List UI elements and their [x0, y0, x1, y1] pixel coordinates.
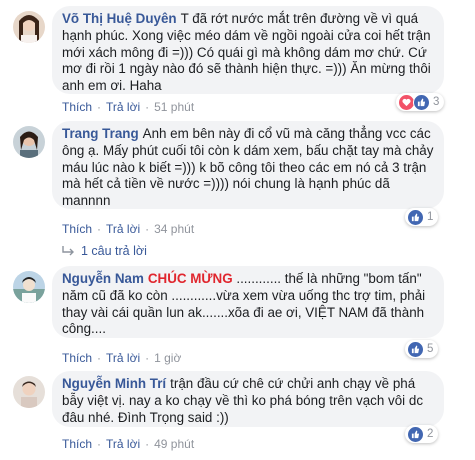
comment-actions: Thích · Trả lời · 51 phút [62, 100, 194, 114]
like-icon [407, 208, 424, 226]
replies-count-label: 1 câu trả lời [81, 244, 147, 258]
commenter-name[interactable]: Nguyễn Minh Trí [62, 376, 166, 391]
comment-actions: Thích · Trả lời · 34 phút [62, 222, 194, 236]
view-replies-link[interactable]: 1 câu trả lời [62, 244, 147, 258]
reply-link[interactable]: Trả lời [106, 222, 140, 236]
commenter-name[interactable]: Võ Thị Huệ Duyên [62, 11, 177, 26]
comment-actions: Thích · Trả lời · 49 phút [62, 437, 194, 451]
commenter-name[interactable]: Trang Trang [62, 126, 139, 141]
reply-link[interactable]: Trả lời [106, 351, 140, 365]
separator-dot: · [145, 351, 150, 365]
reply-link[interactable]: Trả lời [106, 437, 140, 451]
reply-arrow-icon [62, 246, 74, 256]
reaction-count: 5 [427, 343, 434, 355]
comment-highlight-text: CHÚC MỪNG [147, 271, 233, 286]
separator-dot: · [145, 437, 150, 451]
like-icon [407, 425, 424, 443]
separator-dot: · [97, 437, 102, 451]
like-icon [413, 93, 430, 111]
separator-dot: · [97, 100, 102, 114]
reaction-summary[interactable]: 1 [405, 208, 439, 226]
like-link[interactable]: Thích [62, 437, 92, 451]
like-link[interactable]: Thích [62, 222, 92, 236]
timestamp[interactable]: 34 phút [154, 222, 194, 236]
like-link[interactable]: Thích [62, 351, 92, 365]
reaction-summary[interactable]: 3 [396, 93, 445, 111]
timestamp[interactable]: 1 giờ [154, 351, 181, 365]
reaction-summary[interactable]: 2 [405, 425, 439, 443]
separator-dot: · [145, 100, 150, 114]
like-icon [407, 340, 424, 358]
comment-bubble: Trang Trang Anh em bên này đi cổ vũ mà că… [52, 121, 444, 209]
comment-bubble: Nguyễn Nam CHÚC MỪNG ............ thế là … [52, 266, 444, 338]
avatar[interactable] [13, 376, 45, 408]
comment-bubble: Võ Thị Huệ Duyên T đã rớt nước mắt trên đ… [52, 6, 444, 94]
reply-link[interactable]: Trả lời [106, 100, 140, 114]
reaction-count: 2 [427, 428, 434, 440]
reaction-count: 3 [433, 96, 440, 108]
comment-bubble: Nguyễn Minh Trí trận đầu cứ chê cứ chửi a… [52, 371, 444, 427]
avatar[interactable] [13, 11, 45, 43]
timestamp[interactable]: 49 phút [154, 437, 194, 451]
separator-dot: · [145, 222, 150, 236]
reaction-summary[interactable]: 5 [405, 340, 439, 358]
commenter-name[interactable]: Nguyễn Nam [62, 271, 144, 286]
avatar[interactable] [13, 271, 45, 303]
separator-dot: · [97, 351, 102, 365]
avatar[interactable] [13, 126, 45, 158]
reaction-count: 1 [427, 211, 434, 223]
timestamp[interactable]: 51 phút [154, 100, 194, 114]
separator-dot: · [97, 222, 102, 236]
comment-actions: Thích · Trả lời · 1 giờ [62, 351, 181, 365]
like-link[interactable]: Thích [62, 100, 92, 114]
